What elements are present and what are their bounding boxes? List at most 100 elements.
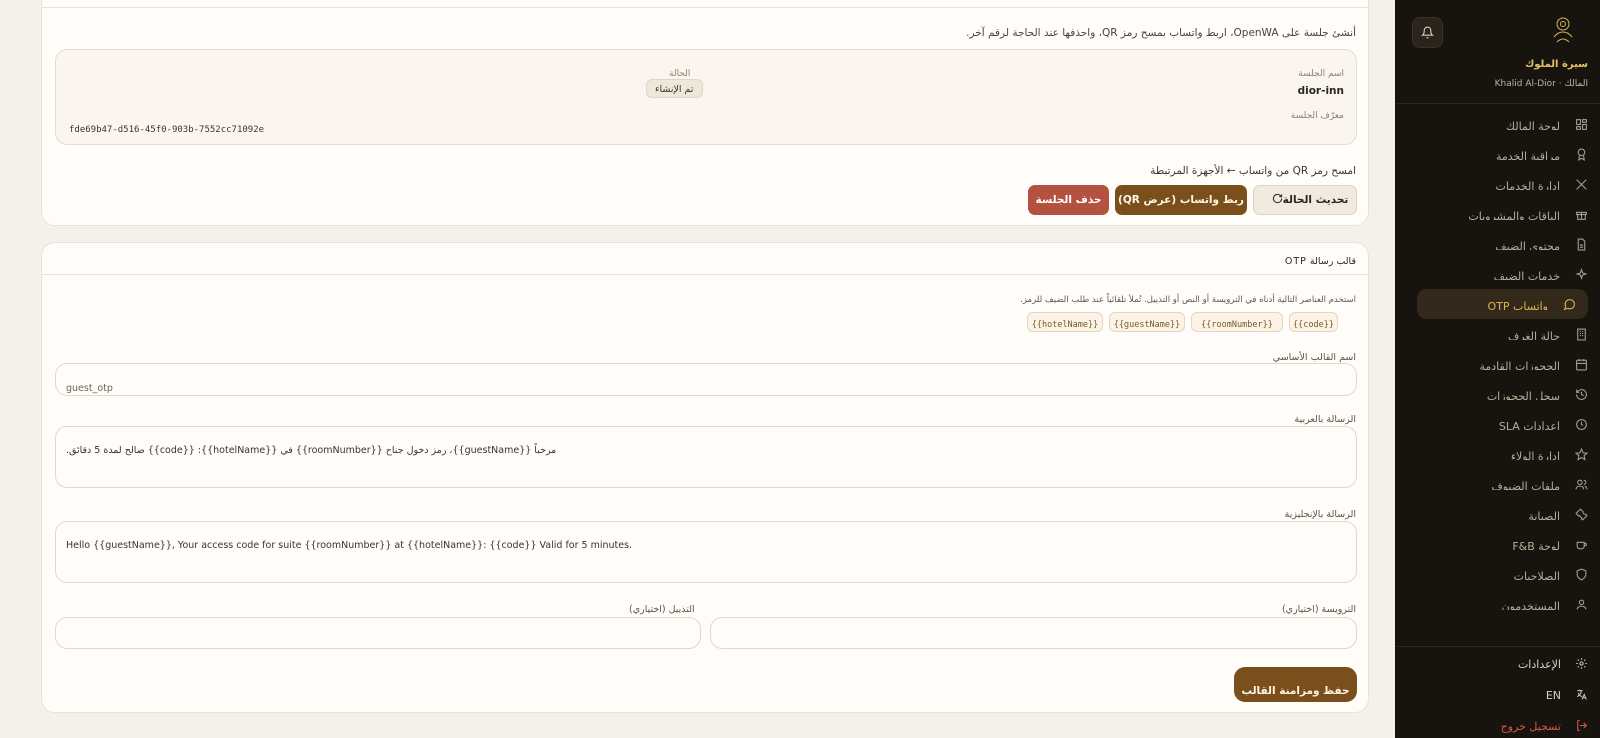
placeholder-chip[interactable]: {{roomNumber}} bbox=[1191, 312, 1283, 332]
sidebar-item-label: الباقات والمشروبات bbox=[1468, 210, 1560, 220]
history-icon bbox=[1574, 387, 1588, 401]
brand-logo-icon bbox=[1553, 17, 1573, 43]
calendar-icon bbox=[1574, 357, 1588, 371]
logout-label: تسجيل خروج bbox=[1500, 720, 1561, 733]
logout-link[interactable]: تسجيل خروج bbox=[1395, 711, 1600, 738]
sidebar-item-label: واتساب OTP bbox=[1487, 300, 1548, 310]
sidebar-item-label: إدارة الخدمات bbox=[1495, 180, 1560, 190]
delete-session-button[interactable]: حذف الجلسة bbox=[1028, 185, 1109, 215]
header-label: الترويسة (اختياري) bbox=[1281, 604, 1356, 615]
session-intro: أنشئ جلسة على OpenWA، اربط واتساب بمسح ر… bbox=[966, 27, 1356, 39]
arabic-message-value: مرحباً {{guestName}}، رمز دخول جناح {{ro… bbox=[66, 445, 557, 456]
link-whatsapp-button[interactable]: ربط واتساب (عرض QR) bbox=[1115, 185, 1247, 215]
sidebar-item-services[interactable]: إدارة الخدمات bbox=[1395, 169, 1600, 199]
whatsapp-session-card: أنشئ جلسة على OpenWA، اربط واتساب بمسح ر… bbox=[41, 0, 1369, 226]
sidebar-item-owner-dashboard[interactable]: لوحة المالك bbox=[1395, 109, 1600, 139]
sidebar-nav: لوحة المالك مراقبة الخدمة إدارة الخدمات … bbox=[1395, 109, 1600, 619]
sidebar-item-label: حالة الغرف bbox=[1507, 330, 1560, 340]
sidebar-item-room-status[interactable]: حالة الغرف bbox=[1395, 319, 1600, 349]
clock-icon bbox=[1574, 417, 1588, 431]
sidebar-item-label: محتوى الضيف bbox=[1495, 240, 1560, 250]
sidebar-item-loyalty[interactable]: إدارة الولاء bbox=[1395, 439, 1600, 469]
english-message-value: Hello {{guestName}}, Your access code fo… bbox=[66, 540, 633, 551]
language-toggle[interactable]: EN bbox=[1395, 680, 1600, 711]
placeholders-hint: استخدم العناصر التالية أدناه في الترويسة… bbox=[1020, 295, 1356, 305]
otp-template-title: قالب رسالة OTP bbox=[1284, 256, 1356, 267]
footer-label: التذييل (اختياري) bbox=[629, 604, 695, 615]
sidebar-item-service-monitor[interactable]: مراقبة الخدمة bbox=[1395, 139, 1600, 169]
base-name-label: اسم القالب الأساسي bbox=[1272, 352, 1356, 363]
language-label: EN bbox=[1545, 689, 1561, 702]
base-name-value: guest_otp bbox=[66, 383, 113, 394]
card-divider bbox=[42, 7, 1368, 8]
sidebar-item-label: خدمات الضيف bbox=[1493, 270, 1560, 280]
refresh-status-button[interactable]: تحديث الحالة bbox=[1253, 185, 1357, 215]
save-sync-template-button[interactable]: حفظ ومزامنة القالب bbox=[1234, 667, 1357, 702]
refresh-status-label: تحديث الحالة bbox=[1282, 194, 1349, 206]
session-name-value: dior-inn bbox=[1297, 85, 1344, 97]
otp-template-card: قالب رسالة OTP استخدم العناصر التالية أد… bbox=[41, 242, 1369, 713]
coffee-icon bbox=[1574, 537, 1588, 551]
session-name-label: اسم الجلسة bbox=[1298, 69, 1344, 79]
sidebar-item-guest-services[interactable]: خدمات الضيف bbox=[1395, 259, 1600, 289]
sidebar-item-guest-content[interactable]: محتوى الضيف bbox=[1395, 229, 1600, 259]
sidebar-item-guest-profiles[interactable]: ملفات الضيوف bbox=[1395, 469, 1600, 499]
header-input[interactable] bbox=[710, 617, 1357, 649]
placeholder-chip[interactable]: {{guestName}} bbox=[1109, 312, 1185, 332]
arabic-message-textarea[interactable]: مرحباً {{guestName}}، رمز دخول جناح {{ro… bbox=[55, 426, 1357, 488]
sidebar-item-label: لوحة المالك bbox=[1506, 120, 1560, 130]
users-icon bbox=[1574, 477, 1588, 491]
sidebar-item-label: الحجوزات القادمة bbox=[1479, 360, 1560, 370]
sidebar-item-label: مراقبة الخدمة bbox=[1495, 150, 1560, 160]
sidebar-item-packages[interactable]: الباقات والمشروبات bbox=[1395, 199, 1600, 229]
sidebar-item-label: سجل الحجوزات bbox=[1486, 390, 1560, 400]
sidebar-item-fnb[interactable]: لوحة F&B bbox=[1395, 529, 1600, 559]
gear-icon bbox=[1575, 655, 1588, 674]
card-divider bbox=[42, 274, 1368, 275]
user-icon bbox=[1574, 597, 1588, 611]
document-icon bbox=[1574, 237, 1588, 251]
translate-icon bbox=[1575, 686, 1588, 705]
settings-label: الإعدادات bbox=[1517, 658, 1561, 671]
sidebar-item-maintenance[interactable]: الصيانة bbox=[1395, 499, 1600, 529]
sidebar-item-sla-settings[interactable]: إعدادات SLA bbox=[1395, 409, 1600, 439]
gift-icon bbox=[1574, 207, 1588, 221]
sidebar-item-label: الصلاحيات bbox=[1513, 570, 1560, 580]
session-info-box: اسم الجلسة dior-inn الحالة تم الإنشاء مع… bbox=[55, 49, 1357, 145]
chat-icon bbox=[1562, 297, 1576, 311]
sidebar-item-label: المستخدمون bbox=[1501, 600, 1560, 610]
base-name-input[interactable]: guest_otp bbox=[55, 363, 1357, 396]
sidebar-item-users[interactable]: المستخدمون bbox=[1395, 589, 1600, 619]
building-icon bbox=[1574, 327, 1588, 341]
notifications-button[interactable] bbox=[1412, 17, 1443, 48]
sidebar-item-label: ملفات الضيوف bbox=[1491, 480, 1560, 490]
sidebar-header: سيرة الملوك المالك · Khalid Al-Dior bbox=[1395, 0, 1600, 104]
utensils-icon bbox=[1574, 177, 1588, 191]
placeholder-chip[interactable]: {{hotelName}} bbox=[1027, 312, 1103, 332]
sidebar-item-upcoming-bookings[interactable]: الحجوزات القادمة bbox=[1395, 349, 1600, 379]
sidebar-item-label: لوحة F&B bbox=[1512, 540, 1560, 550]
sidebar-item-label: إعدادات SLA bbox=[1498, 420, 1560, 430]
qr-scan-hint: امسح رمز QR من واتساب ← الأجهزة المرتبطة bbox=[1150, 165, 1356, 177]
session-id-value: fde69b47-d516-45f0-903b-7552cc71092e bbox=[69, 125, 265, 135]
brand-name: سيرة الملوك bbox=[1525, 59, 1588, 70]
sidebar-item-booking-history[interactable]: سجل الحجوزات bbox=[1395, 379, 1600, 409]
award-icon bbox=[1574, 147, 1588, 161]
sidebar: سيرة الملوك المالك · Khalid Al-Dior لوحة… bbox=[1395, 0, 1600, 738]
shield-icon bbox=[1574, 567, 1588, 581]
sidebar-item-whatsapp-otp[interactable]: واتساب OTP bbox=[1417, 289, 1588, 319]
placeholder-chip[interactable]: {{code}} bbox=[1289, 312, 1338, 332]
wrench-icon bbox=[1574, 507, 1588, 521]
settings-link[interactable]: الإعدادات bbox=[1395, 649, 1600, 680]
sidebar-item-label: إدارة الولاء bbox=[1510, 450, 1560, 460]
session-id-label: معرّف الجلسة bbox=[1290, 111, 1344, 121]
english-message-textarea[interactable]: Hello {{guestName}}, Your access code fo… bbox=[55, 521, 1357, 583]
footer-input[interactable] bbox=[55, 617, 701, 649]
sidebar-item-label: الصيانة bbox=[1528, 510, 1560, 520]
sparkles-icon bbox=[1574, 267, 1588, 281]
sidebar-item-permissions[interactable]: الصلاحيات bbox=[1395, 559, 1600, 589]
english-message-label: الرسالة بالإنجليزية bbox=[1284, 509, 1356, 520]
refresh-icon bbox=[1272, 193, 1283, 207]
sidebar-footer: الإعدادات EN تسجيل خروج bbox=[1395, 646, 1600, 738]
session-state-badge: تم الإنشاء bbox=[646, 79, 703, 98]
